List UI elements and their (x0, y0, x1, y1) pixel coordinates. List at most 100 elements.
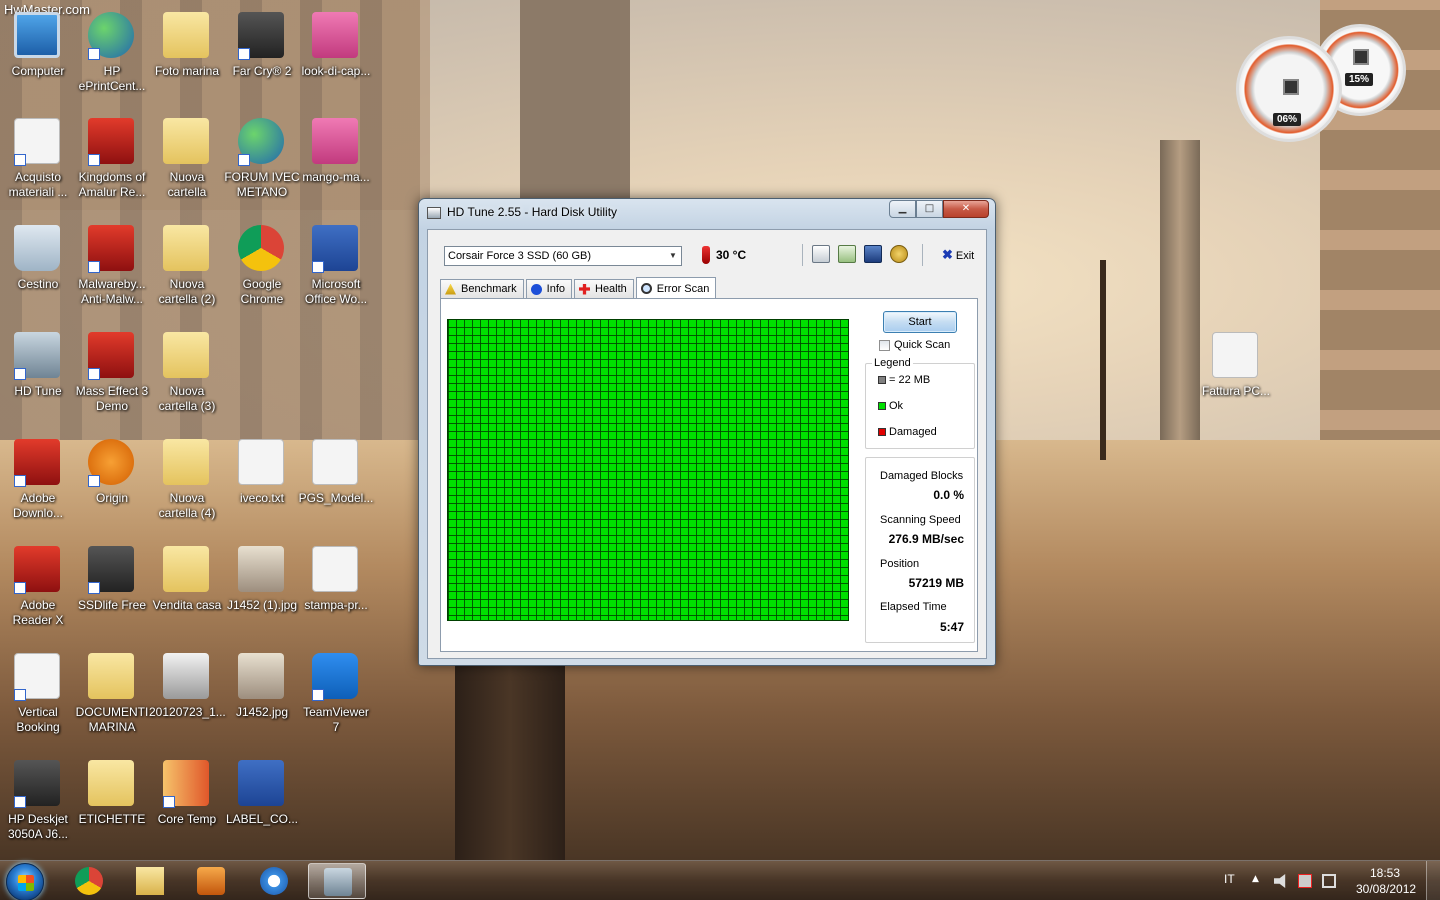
image-icon (163, 653, 209, 699)
desktop-icon-kingdoms-of-amalur[interactable]: Kingdoms of Amalur Re... (74, 114, 150, 214)
desktop-icon-mango[interactable]: mango-ma... (298, 114, 374, 214)
desktop-icon-j1452[interactable]: J1452.jpg (224, 649, 300, 749)
save-icon[interactable] (864, 245, 882, 263)
desktop-icon-etichette[interactable]: ETICHETTE (74, 756, 150, 856)
maximize-button[interactable]: □ (916, 200, 943, 218)
desktop-icon-pgs-model[interactable]: PGS_Model... (298, 435, 374, 535)
memory-chip-icon (1353, 49, 1369, 65)
thermometer-icon (702, 246, 710, 264)
desktop-icon-forum-ivec[interactable]: FORUM IVEC METANO (224, 114, 300, 214)
hd-tune-window: HD Tune 2.55 - Hard Disk Utility ▁ □ ✕ C… (418, 198, 996, 666)
minimize-button[interactable]: ▁ (889, 200, 916, 218)
volume-icon[interactable] (1274, 874, 1286, 888)
desktop-icon-vendita-casa[interactable]: Vendita casa (149, 542, 225, 642)
tab-label: Benchmark (461, 283, 517, 295)
error-scan-icon (640, 283, 652, 294)
desktop-icon-fattura-pc[interactable]: Fattura PC... (1198, 328, 1274, 428)
desktop-icon-origin[interactable]: Origin (74, 435, 150, 535)
desktop-icon-foto-marina[interactable]: Foto marina (149, 8, 225, 108)
disk-meter-gadget[interactable]: 06% (1236, 36, 1342, 142)
taskbar-explorer[interactable] (121, 863, 179, 899)
legend-label: Ok (889, 400, 904, 412)
legend-title: Legend (872, 357, 913, 369)
desktop-icon-iveco-txt[interactable]: iveco.txt (224, 435, 300, 535)
shortcut-arrow-icon (88, 261, 100, 273)
desktop-icon-documenti-marina[interactable]: DOCUMENTI MARINA (74, 649, 150, 749)
legend-label: = 22 MB (889, 374, 931, 386)
language-indicator[interactable]: IT (1224, 872, 1235, 886)
tab-error-scan[interactable]: Error Scan (635, 277, 717, 299)
taskbar-hd-tune[interactable] (308, 863, 366, 899)
start-button[interactable] (6, 863, 44, 900)
desktop-icon-ms-word[interactable]: Microsoft Office Wo... (298, 221, 374, 321)
desktop-icon-cestino[interactable]: Cestino (0, 221, 76, 321)
legend-swatch (878, 376, 886, 384)
toolbar-separator (802, 244, 803, 266)
taskbar: IT ▲ 18:53 30/08/2012 (0, 860, 1440, 900)
desktop-icon-nuova-cartella-4[interactable]: Nuova cartella (4) (149, 435, 225, 535)
desktop-icon-vertical-booking[interactable]: Vertical Booking (0, 649, 76, 749)
tab-health[interactable]: Health (574, 279, 634, 298)
desktop-icon-google-chrome[interactable]: Google Chrome (224, 221, 300, 321)
desktop-icon-adobe-reader[interactable]: Adobe Reader X (0, 542, 76, 642)
shortcut-arrow-icon (163, 796, 175, 808)
desktop-icon-nuova-cartella-3[interactable]: Nuova cartella (3) (149, 328, 225, 428)
show-desktop-button[interactable] (1426, 861, 1440, 900)
desktop-icon-adobe-download[interactable]: Adobe Downlo... (0, 435, 76, 535)
clock-date[interactable]: 30/08/2012 (1356, 882, 1416, 896)
folder-icon (163, 225, 209, 271)
desktop-icon-ssdlife[interactable]: SSDlife Free (74, 542, 150, 642)
taskbar-internet-explorer[interactable] (245, 863, 303, 899)
quick-scan-checkbox[interactable] (879, 339, 890, 351)
desktop-icon-j1452-1[interactable]: J1452 (1).jpg (224, 542, 300, 642)
action-center-icon[interactable] (1322, 874, 1336, 888)
taskbar-media-player[interactable] (182, 863, 240, 899)
desktop-icon-malwarebytes[interactable]: Malwareby... Anti-Malw... (74, 221, 150, 321)
desktop-icon-far-cry-2[interactable]: Far Cry® 2 (224, 8, 300, 108)
desktop-icon-nuova-cartella[interactable]: Nuova cartella (149, 114, 225, 214)
pdf-icon (312, 439, 358, 485)
clock-time[interactable]: 18:53 (1370, 866, 1400, 880)
wallpaper-lamp (1100, 260, 1106, 460)
copy-icon[interactable] (812, 245, 830, 263)
desktop-icon-stampa[interactable]: stampa-pr... (298, 542, 374, 642)
desktop-icon-hp-eprint[interactable]: HP ePrintCent... (74, 8, 150, 108)
desktop-icon-photo-20120723[interactable]: 20120723_1... (149, 649, 226, 749)
quick-scan-option[interactable]: Quick Scan (879, 339, 950, 351)
desktop-icon-label: Vertical Booking (16, 705, 60, 734)
desktop-icon-computer[interactable]: Computer (0, 8, 76, 108)
exit-button[interactable]: ✖ Exit (942, 247, 974, 263)
desktop-icon-look-di-cap[interactable]: look-di-cap... (298, 8, 374, 108)
close-button[interactable]: ✕ (943, 200, 989, 218)
desktop-icon-nuova-cartella-2[interactable]: Nuova cartella (2) (149, 221, 225, 321)
desktop-icon-core-temp[interactable]: Core Temp (149, 756, 225, 856)
quick-scan-label: Quick Scan (894, 339, 951, 351)
show-hidden-icons-icon[interactable]: ▲ (1252, 874, 1266, 888)
shortcut-arrow-icon (14, 475, 26, 487)
desktop-icon-label: TeamViewer 7 (303, 705, 369, 734)
desktop-icon-hd-tune[interactable]: HD Tune (0, 328, 76, 428)
desktop-icon-teamviewer[interactable]: TeamViewer 7 (298, 649, 374, 749)
tab-benchmark[interactable]: Benchmark (440, 279, 524, 298)
desktop-icon-label: mango-ma... (302, 170, 370, 184)
recycle-bin-icon (14, 225, 60, 271)
chevron-down-icon[interactable]: ▼ (665, 247, 681, 265)
desktop-icon-mass-effect[interactable]: Mass Effect 3 Demo (74, 328, 150, 428)
disk-icon (1283, 79, 1299, 95)
desktop-icon-label: Nuova cartella (167, 170, 207, 199)
taskbar-chrome[interactable] (60, 863, 118, 899)
network-icon[interactable] (1298, 874, 1312, 888)
drive-select[interactable]: Corsair Force 3 SSD (60 GB) ▼ (444, 246, 682, 266)
folder-icon (163, 546, 209, 592)
drive-select-value: Corsair Force 3 SSD (60 GB) (448, 250, 592, 262)
start-button[interactable]: Start (883, 311, 957, 333)
desktop-icon-label-co[interactable]: LABEL_CO... (224, 756, 300, 856)
desktop-icon-acquisto[interactable]: Acquisto materiali ... (0, 114, 76, 214)
desktop-icon-hp-deskjet[interactable]: HP Deskjet 3050A J6... (0, 756, 76, 856)
copy-all-icon[interactable] (838, 245, 856, 263)
chrome-icon (238, 225, 284, 271)
tab-info[interactable]: Info (525, 279, 572, 298)
image-icon (312, 118, 358, 164)
desktop-icon-label: Google Chrome (240, 277, 284, 306)
options-icon[interactable] (890, 245, 908, 263)
